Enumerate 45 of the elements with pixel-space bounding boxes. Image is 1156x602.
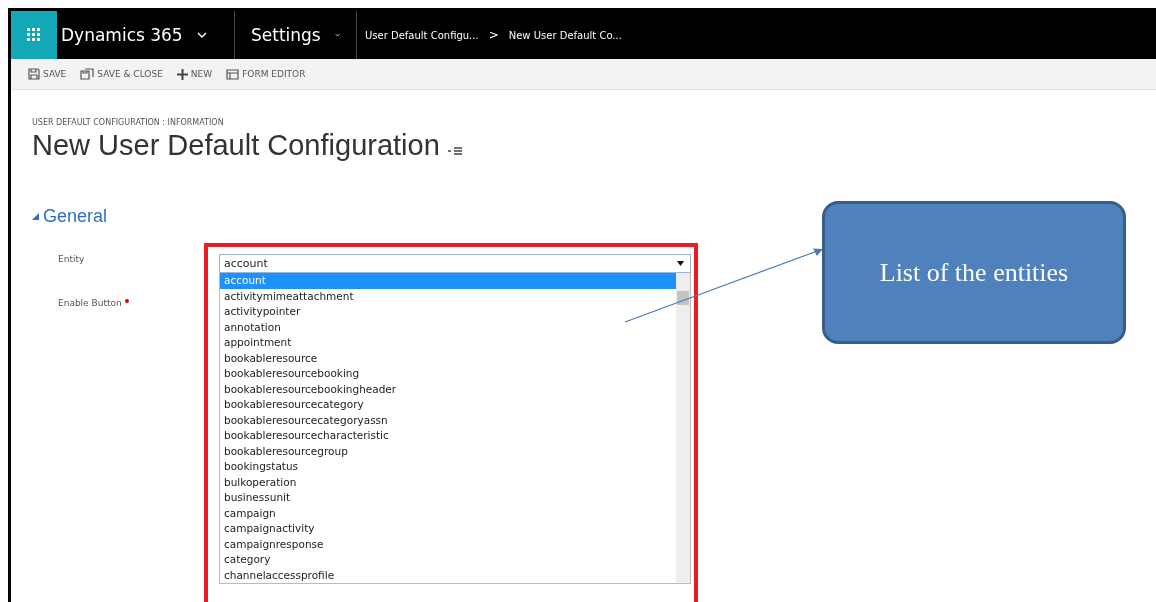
save-close-button[interactable]: SAVE & CLOSE [77,66,166,82]
dropdown-option[interactable]: bookableresourcegroup [220,443,676,459]
grid-icon [27,28,41,42]
chevron-down-icon [196,32,207,38]
section-header[interactable]: General [32,206,108,227]
dropdown-option[interactable]: bookableresourcecategory [220,397,676,413]
dropdown-option[interactable]: appointment [220,335,676,351]
form-title: New User Default Configuration [32,129,440,162]
save-button[interactable]: SAVE [25,66,70,82]
record-type-label: USER DEFAULT CONFIGURATION : INFORMATION [32,118,225,127]
save-icon [28,68,40,80]
field-label: Enable Button [58,298,122,308]
dropdown-option[interactable]: campaignactivity [220,521,676,537]
dropdown-option[interactable]: campaign [220,505,676,521]
app-launcher-button[interactable] [11,11,57,59]
dropdown-option[interactable]: activitypointer [220,304,676,320]
dropdown-option[interactable]: bookableresource [220,350,676,366]
field-label: Entity [58,254,85,264]
chevron-down-icon [334,32,340,38]
callout-box: List of the entities [822,201,1126,344]
dropdown-option[interactable]: annotation [220,319,676,335]
entity-dropdown[interactable]: account [219,254,691,273]
dropdown-option[interactable]: channelaccessprofile [220,567,676,583]
dropdown-option[interactable]: bulkoperation [220,474,676,490]
dropdown-option[interactable]: campaignresponse [220,536,676,552]
dropdown-option[interactable]: bookingstatus [220,459,676,475]
form-editor-button[interactable]: FORM EDITOR [223,66,309,82]
dropdown-arrow-icon [677,261,684,266]
dropdown-option[interactable]: bookableresourcecategoryassn [220,412,676,428]
plus-icon [176,68,188,80]
form-icon [226,68,240,80]
dropdown-option[interactable]: bookableresourcebookingheader [220,381,676,397]
breadcrumb-link[interactable]: New User Default Co... [508,29,622,41]
triangle-icon [32,213,39,220]
save-close-icon [80,68,95,80]
form-menu-icon[interactable] [447,145,462,156]
dropdown-option[interactable]: bookableresourcebooking [220,366,676,382]
breadcrumb-separator: > [488,28,499,42]
new-button[interactable]: NEW [173,66,216,82]
scrollbar[interactable] [676,273,690,583]
breadcrumb-link[interactable]: User Default Configu... [365,29,479,41]
dropdown-option[interactable]: bookableresourcecharacteristic [220,428,676,444]
dropdown-option[interactable]: businessunit [220,490,676,506]
dropdown-option[interactable]: category [220,552,676,568]
dropdown-option[interactable]: activitymimeattachment [220,288,676,304]
